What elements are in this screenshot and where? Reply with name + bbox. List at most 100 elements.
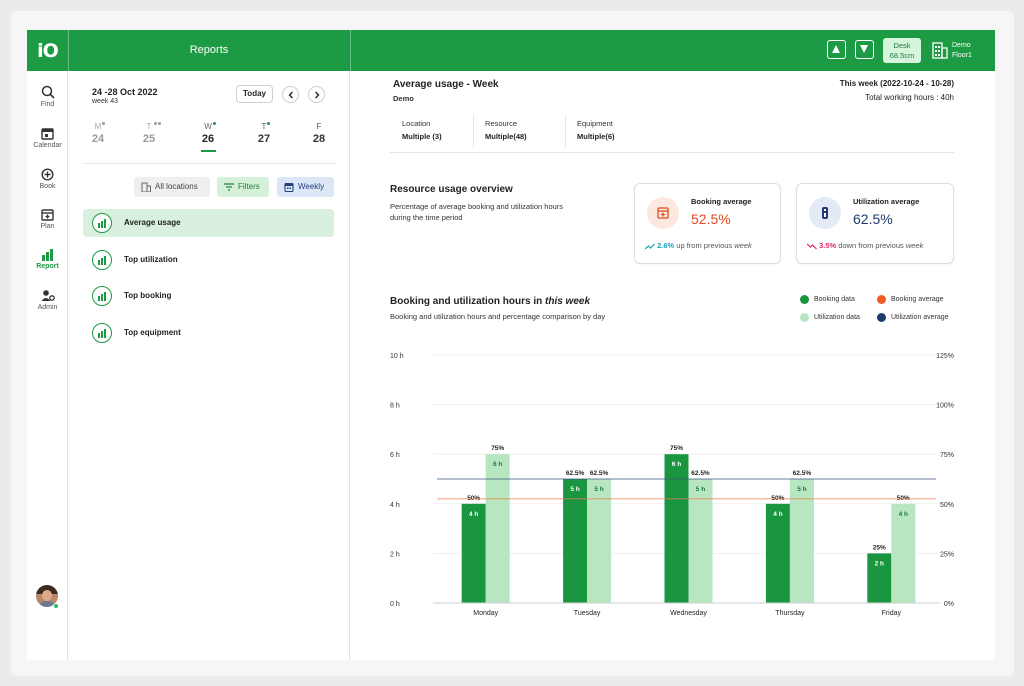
- search-icon: [41, 85, 55, 99]
- report-top-utilization[interactable]: Top utilization: [83, 246, 334, 274]
- location-selector[interactable]: Demo Floor1: [952, 41, 972, 61]
- y-tick-label: 0 h: [390, 601, 400, 608]
- prev-week-button[interactable]: [282, 86, 299, 103]
- x-tick-label: Friday: [882, 610, 902, 617]
- bar-percent-label: 25%: [873, 544, 886, 551]
- nav-calendar-label: Calendar: [33, 142, 62, 149]
- filters-button[interactable]: Filters: [217, 177, 269, 197]
- y-tick-label: 8 h: [390, 403, 400, 410]
- day-letter: F: [316, 122, 322, 131]
- report-icon-wrap: [92, 286, 112, 306]
- utilization-bar: [587, 479, 612, 603]
- scroll-up-button[interactable]: [827, 40, 846, 59]
- bar-hours-label: 5 h: [570, 486, 579, 493]
- period-selector[interactable]: Weekly: [277, 177, 334, 197]
- desk-badge[interactable]: Desk 68.5cm: [883, 38, 921, 63]
- bar-percent-label: 62.5%: [793, 470, 812, 477]
- report-label: Top booking: [124, 291, 172, 300]
- bar-percent-label: 62.5%: [566, 470, 585, 477]
- filter-icon: [224, 183, 234, 191]
- day-wednesday[interactable]: W 26: [193, 122, 223, 145]
- day-monday[interactable]: M 24: [83, 122, 113, 145]
- usage-bar-chart: 0 h 0% 2 h 25% 4 h 50% 6 h 75% 8 h 100% 10 h 125% 4 …: [390, 353, 954, 617]
- bar-hours-label: 4 h: [899, 511, 908, 518]
- report-icon-wrap: [92, 250, 112, 270]
- nav-admin[interactable]: Admin: [27, 289, 68, 311]
- building-icon: [141, 182, 151, 192]
- y2-tick-label: 25%: [940, 551, 954, 558]
- week-number: week 43: [92, 98, 119, 105]
- y2-tick-label: 100%: [936, 403, 954, 410]
- day-letter: W: [204, 122, 212, 131]
- nav-find-label: Find: [40, 101, 55, 108]
- bar-percent-label: 62.5%: [691, 470, 710, 477]
- bar-chart-icon: [98, 219, 106, 228]
- bar-percent-label: 50%: [771, 495, 784, 502]
- x-tick-label: Tuesday: [574, 610, 601, 617]
- building-icon: [932, 42, 948, 59]
- y2-tick-label: 125%: [936, 353, 954, 360]
- nav-rail: Find Calendar Book Plan Report Admin: [27, 71, 68, 660]
- booking-dot: [102, 122, 106, 125]
- bar-chart-icon: [98, 256, 106, 265]
- bar-hours-label: 6 h: [672, 461, 681, 468]
- nav-plan[interactable]: Plan: [27, 208, 68, 230]
- page-title: Reports: [189, 44, 229, 56]
- next-week-button[interactable]: [308, 86, 325, 103]
- report-main: Average usage - Week Demo This week (202…: [350, 71, 995, 660]
- y-tick-label: 6 h: [390, 452, 400, 459]
- y-tick-label: 2 h: [390, 551, 400, 558]
- x-tick-label: Wednesday: [670, 610, 707, 617]
- period-label: Weekly: [298, 182, 325, 191]
- y2-tick-label: 75%: [940, 452, 954, 459]
- filters-label: Filters: [238, 182, 260, 191]
- report-label: Top utilization: [124, 255, 178, 264]
- avatar-face: [42, 590, 52, 601]
- day-tuesday[interactable]: T 25: [134, 122, 164, 145]
- selected-day-indicator: [201, 150, 216, 152]
- report-top-equipment[interactable]: Top equipment: [83, 319, 334, 347]
- day-thursday[interactable]: T 27: [249, 122, 279, 145]
- day-number: 28: [312, 133, 326, 145]
- nav-calendar[interactable]: Calendar: [27, 127, 68, 149]
- bar-percent-label: 75%: [670, 445, 683, 452]
- report-average-usage[interactable]: Average usage: [83, 209, 334, 237]
- booking-bar: [563, 479, 588, 603]
- plus-circle-icon: [41, 168, 54, 181]
- locations-filter-label: All locations: [155, 182, 198, 191]
- nav-plan-label: Plan: [40, 223, 55, 230]
- bar-hours-label: 5 h: [696, 486, 705, 493]
- scroll-down-button[interactable]: [855, 40, 874, 59]
- day-friday[interactable]: F 28: [304, 122, 334, 145]
- booking-dot: [154, 122, 158, 125]
- booking-bar: [765, 503, 790, 603]
- locations-filter-button[interactable]: All locations: [134, 177, 210, 197]
- app-logo[interactable]: iO: [27, 30, 68, 71]
- desk-size: 68.5cm: [889, 51, 915, 60]
- bar-hours-label: 5 h: [797, 486, 806, 493]
- day-letter: T: [146, 122, 152, 131]
- booking-dot: [267, 122, 271, 125]
- bar-percent-label: 62.5%: [590, 470, 609, 477]
- report-label: Average usage: [124, 218, 181, 227]
- topbar-divider: [350, 30, 351, 71]
- report-top-booking[interactable]: Top booking: [83, 282, 334, 310]
- bar-percent-label: 75%: [491, 445, 504, 452]
- x-tick-label: Monday: [473, 610, 498, 617]
- nav-report[interactable]: Report: [27, 248, 68, 270]
- triangle-up-icon: [832, 45, 840, 53]
- bar-hours-label: 4 h: [469, 511, 478, 518]
- divider: [83, 163, 337, 164]
- y2-tick-label: 50%: [940, 502, 954, 509]
- report-icon-wrap: [92, 213, 112, 233]
- nav-book[interactable]: Book: [27, 168, 68, 190]
- bar-percent-label: 50%: [467, 495, 480, 502]
- x-tick-label: Thursday: [775, 610, 805, 617]
- triangle-down-icon: [860, 45, 868, 53]
- nav-find[interactable]: Find: [27, 85, 68, 108]
- day-letter: T: [261, 122, 267, 131]
- utilization-bar: [485, 454, 510, 603]
- today-button[interactable]: Today: [236, 85, 273, 103]
- calendar-icon: [284, 182, 294, 192]
- floor-name: Floor1: [952, 52, 972, 59]
